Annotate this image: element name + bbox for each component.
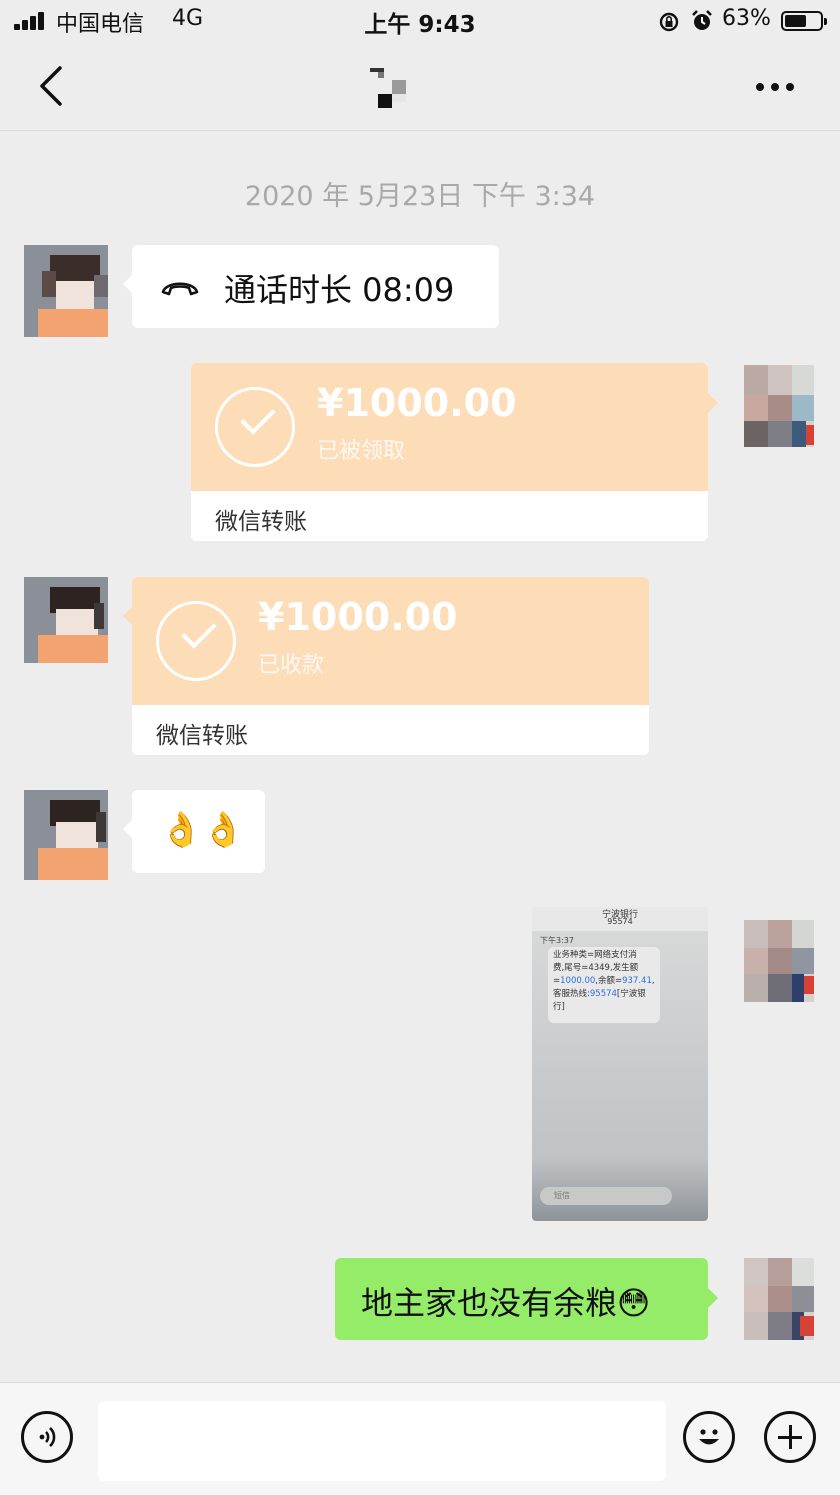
- contact-avatar[interactable]: [24, 245, 108, 337]
- emoji-button[interactable]: [683, 1411, 735, 1463]
- battery-icon: [781, 11, 827, 31]
- chat-header: [0, 44, 840, 131]
- plus-button[interactable]: [764, 1411, 816, 1463]
- message-input[interactable]: [98, 1401, 666, 1481]
- sms-screenshot-image[interactable]: 宁波银行 95574 下午3:37 业务种类=网络支付消 费,尾号=4349,发…: [532, 907, 708, 1221]
- battery-percent: 63%: [722, 6, 771, 31]
- call-duration-text: 通话时长 08:09: [224, 271, 455, 309]
- ok-hand-emoji: 👌👌: [160, 810, 245, 850]
- emoji-face-icon: [699, 1429, 719, 1445]
- phone-hangup-icon: [161, 282, 199, 296]
- emoji-message[interactable]: 👌👌: [123, 790, 265, 873]
- transfer-sent-card[interactable]: ¥1000.00 已被领取 微信转账: [191, 363, 718, 541]
- back-button[interactable]: [30, 62, 74, 110]
- transfer-amount: ¥1000.00: [258, 595, 458, 639]
- sms-line: 业务种类=网络支付消: [553, 950, 637, 960]
- sms-time: 下午3:37: [540, 936, 574, 945]
- sms-line: =1000.00,余额=937.41,: [553, 976, 655, 986]
- message-text: 地主家也没有余粮😳: [361, 1284, 651, 1322]
- alarm-icon: [692, 10, 712, 30]
- sent-text-message[interactable]: 地主家也没有余粮😳: [335, 1258, 718, 1340]
- check-circle-icon: [156, 601, 236, 681]
- chat-title-pixelated: [370, 68, 410, 112]
- chat-timestamp: 2020 年 5月23日 下午 3:34: [244, 181, 596, 212]
- status-time: 上午 9:43: [364, 12, 476, 38]
- transfer-label: 微信转账: [215, 509, 307, 535]
- voice-button[interactable]: [21, 1411, 73, 1463]
- flushed-face-emoji: 😳: [617, 1284, 651, 1322]
- voice-icon: [39, 1427, 56, 1447]
- transfer-received-card[interactable]: ¥1000.00 已收款 微信转账: [123, 577, 649, 755]
- sms-sender-number: 95574: [607, 917, 633, 926]
- sms-line: 费,尾号=4349,发生额: [553, 963, 639, 973]
- sms-message-bubble: 业务种类=网络支付消 费,尾号=4349,发生额 =1000.00,余额=937…: [548, 947, 660, 1023]
- sms-input-placeholder: 短信: [540, 1187, 672, 1205]
- call-duration-message[interactable]: 通话时长 08:09: [123, 245, 499, 328]
- rotation-lock-icon: [659, 12, 679, 32]
- transfer-status: 已被领取: [317, 439, 406, 464]
- my-avatar[interactable]: [744, 365, 814, 447]
- transfer-amount: ¥1000.00: [317, 381, 517, 425]
- more-options-button[interactable]: [748, 72, 804, 102]
- transfer-status: 已收款: [258, 653, 325, 678]
- sms-line: 行]: [553, 1002, 565, 1012]
- check-circle-icon: [215, 387, 295, 467]
- status-bar: 中国电信 4G 上午 9:43 63%: [0, 0, 840, 44]
- my-avatar[interactable]: [744, 1258, 814, 1340]
- chat-input-bar: [0, 1382, 840, 1495]
- my-avatar[interactable]: [744, 920, 814, 1002]
- sms-line: 客服热线:95574[宁波银: [553, 989, 646, 999]
- transfer-label: 微信转账: [156, 723, 248, 749]
- contact-avatar[interactable]: [24, 577, 108, 669]
- contact-avatar[interactable]: [24, 790, 108, 882]
